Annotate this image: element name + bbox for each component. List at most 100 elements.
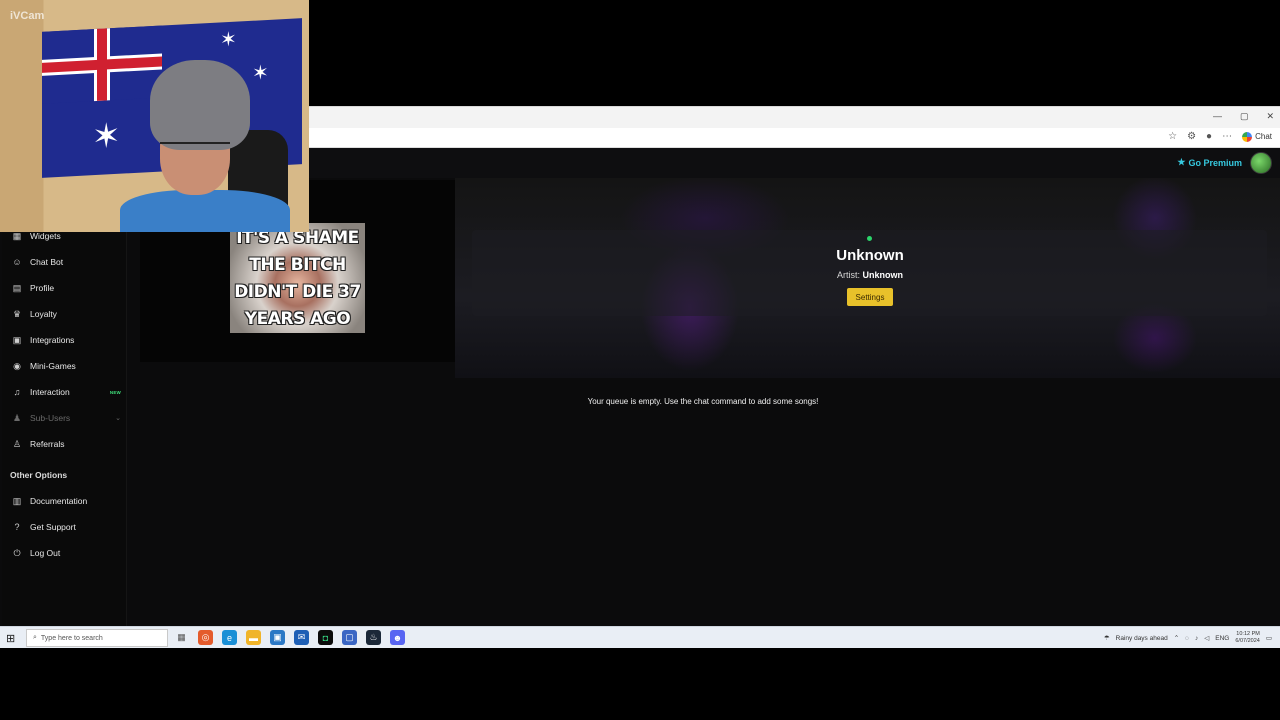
sidebar-item-label: Documentation [30, 496, 88, 506]
go-premium-label: Go Premium [1188, 157, 1242, 168]
sidebar-item-get-support[interactable]: ? Get Support [2, 517, 127, 537]
close-icon[interactable]: ✕ [1266, 111, 1274, 122]
chevron-down-icon: ⌄ [115, 415, 121, 422]
streamer [120, 60, 309, 232]
other-options-heading: Other Options [10, 470, 68, 480]
widgets-icon: ▦ [12, 230, 22, 241]
logout-icon: ⏻ [13, 547, 21, 558]
taskbar-search[interactable]: ⌕ Type here to search [26, 629, 168, 647]
copilot-icon [1242, 131, 1253, 142]
favorite-star-icon[interactable]: ☆ [1168, 131, 1177, 142]
sidebar-item-log-out[interactable]: ⏻ Log Out [2, 543, 127, 563]
sidebar-item-documentation[interactable]: ▥ Documentation [2, 491, 127, 511]
users-icon: ♟ [12, 412, 22, 423]
chat-button[interactable]: Chat [1242, 131, 1272, 142]
taskbar-apps: ▦ ◎ e ▬ ▣ ✉ ◘ ▢ ♨ ☻ [174, 630, 405, 645]
sidebar-item-label: Profile [30, 283, 55, 293]
file-explorer-icon[interactable]: ▬ [246, 630, 261, 645]
weather-text[interactable]: Rainy days ahead [1116, 635, 1168, 642]
go-premium-link[interactable]: ★ Go Premium [1177, 157, 1242, 168]
taskbar: ⊞ ⌕ Type here to search ▦ ◎ e ▬ ▣ ✉ ◘ ▢ … [0, 626, 1280, 648]
search-placeholder: Type here to search [40, 634, 103, 642]
referrals-icon: ♙ [12, 438, 22, 449]
gamepad-icon: ◉ [13, 360, 21, 371]
sidebar-item-loyalty[interactable]: ♛ Loyalty [2, 304, 127, 324]
discord-icon[interactable]: ☻ [390, 630, 405, 645]
meme-caption: IT'S A SHAME THE BITCH DIDN'T DIE 37 YEA… [234, 228, 361, 329]
sidebar-item-referrals[interactable]: ♙ Referrals [2, 434, 127, 454]
chrome-icon[interactable]: ◎ [198, 630, 213, 645]
minimize-icon[interactable]: — [1213, 111, 1222, 122]
sidebar-item-label: Integrations [30, 335, 75, 345]
sidebar-item-interaction[interactable]: ♫ Interaction NEW [2, 382, 127, 402]
maximize-icon[interactable]: ▢ [1240, 111, 1249, 122]
artist-label: Artist: [836, 270, 860, 280]
artist-name: Unknown [862, 270, 904, 280]
store-icon[interactable]: ▣ [270, 630, 285, 645]
chevron-up-icon[interactable]: ⌃ [1174, 634, 1179, 642]
star-icon: ★ [1177, 157, 1186, 167]
sidebar-item-sub-users[interactable]: ♟ Sub-Users ⌄ [2, 408, 127, 428]
extensions-icon[interactable]: ⚙ [1187, 131, 1196, 142]
screen: — ▢ ✕ ☆ ⚙ ● ⋯ Chat ★ Go Premium ▦ Widget… [0, 0, 1280, 720]
puzzle-icon: ▣ [12, 334, 22, 345]
sidebar: ▦ Widgets ☺ Chat Bot ▤ Profile ♛ Loyalty… [2, 226, 127, 626]
meme-image: IT'S A SHAME THE BITCH DIDN'T DIE 37 YEA… [230, 223, 365, 333]
artist-line: Artist: Unknown [770, 270, 970, 280]
new-badge: NEW [109, 389, 121, 395]
sidebar-item-label: Mini-Games [30, 361, 76, 371]
volume-icon[interactable]: ◁ [1204, 634, 1209, 642]
help-icon: ? [14, 522, 20, 532]
trophy-icon: ♛ [12, 308, 22, 319]
elephant-hat [150, 60, 250, 150]
sidebar-item-label: Sub-Users [30, 413, 71, 423]
mail-icon[interactable]: ✉ [294, 630, 309, 645]
edge-icon[interactable]: e [222, 630, 237, 645]
language-indicator[interactable]: ENG [1215, 635, 1229, 642]
sidebar-item-label: Loyalty [30, 309, 57, 319]
webcam-overlay: ✶ ✶ ✶ ✶ iVCam [0, 0, 309, 232]
song-title: Unknown [836, 247, 904, 264]
webcam-watermark: iVCam [10, 10, 45, 22]
sidebar-item-chat-bot[interactable]: ☺ Chat Bot [2, 252, 127, 272]
chat-label: Chat [1255, 132, 1272, 141]
notification-icon[interactable]: ▭ [1266, 634, 1272, 642]
more-menu-icon[interactable]: ⋯ [1222, 131, 1232, 142]
sidebar-item-label: Log Out [30, 548, 61, 558]
queue-empty-message: Your queue is empty. Use the chat comman… [587, 397, 819, 406]
clock-date: 6/07/2024 [1235, 638, 1260, 644]
sidebar-item-label: Get Support [30, 522, 76, 532]
microphone-icon[interactable]: ♪ [1195, 635, 1198, 642]
book-icon: ▥ [12, 495, 22, 506]
sidebar-item-label: Widgets [30, 231, 61, 241]
system-tray: ☂ Rainy days ahead ⌃ ◌ ♪ ◁ ENG 10:12 PM … [1104, 631, 1272, 645]
clock-time: 10:12 PM [1236, 631, 1260, 637]
robot-icon: ☺ [12, 257, 22, 267]
task-view-icon[interactable]: ▦ [174, 630, 189, 645]
sidebar-item-profile[interactable]: ▤ Profile [2, 278, 127, 298]
commonwealth-star-icon: ✶ [92, 116, 121, 157]
windows-start-icon[interactable]: ⊞ [6, 632, 15, 645]
sidebar-item-label: Interaction [30, 387, 70, 397]
browser-toolbar-icons: ☆ ⚙ ● ⋯ Chat [1168, 131, 1272, 142]
music-note-icon: ♫ [13, 387, 21, 397]
app-icon[interactable]: ▢ [342, 630, 357, 645]
sidebar-item-mini-games[interactable]: ◉ Mini-Games [2, 356, 127, 376]
profile-icon[interactable]: ● [1206, 131, 1212, 142]
streaming-app-icon[interactable]: ◘ [318, 630, 333, 645]
search-icon: ⌕ [33, 634, 37, 641]
sidebar-item-label: Referrals [30, 439, 65, 449]
sidebar-item-label: Chat Bot [30, 257, 64, 267]
clock[interactable]: 10:12 PM 6/07/2024 [1235, 631, 1259, 645]
settings-button[interactable]: Settings [847, 288, 893, 306]
window-controls: — ▢ ✕ [1213, 111, 1274, 122]
sidebar-item-integrations[interactable]: ▣ Integrations [2, 330, 127, 350]
shirt [120, 190, 290, 232]
user-avatar[interactable] [1250, 152, 1272, 174]
profile-card-icon: ▤ [12, 282, 22, 293]
glasses [160, 142, 230, 150]
status-dot [867, 236, 872, 241]
network-icon[interactable]: ◌ [1185, 635, 1189, 642]
steam-icon[interactable]: ♨ [366, 630, 381, 645]
weather-icon: ☂ [1103, 635, 1110, 642]
